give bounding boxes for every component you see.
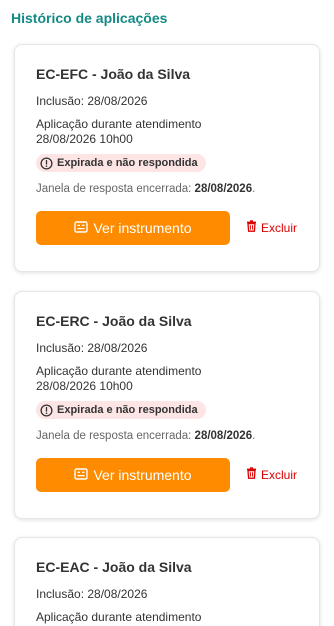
clock-alert-icon [40,403,53,417]
delete-button[interactable]: Excluir [246,220,297,235]
deadline-suffix: . [252,429,256,442]
application-type: Aplicação durante atendimento [36,117,202,131]
response-deadline: Janela de resposta encerrada: 28/08/2026… [36,182,299,197]
card-title: EC-EFC - João da Silva [36,66,191,82]
deadline-date: 28/08/2026 [194,182,253,195]
delete-button[interactable]: Excluir [246,467,297,482]
view-instrument-label: Ver instrumento [93,466,192,483]
trash-icon [246,467,257,482]
application-card: EC-EAC - João da Silva Inclusão: 28/08/2… [14,537,320,626]
card-title: EC-ERC - João da Silva [36,313,192,329]
clock-alert-icon [40,156,53,170]
application-card: EC-EFC - João da Silva Inclusão: 28/08/2… [14,44,320,272]
delete-label: Excluir [261,467,298,482]
inclusion-date: Inclusão: 28/08/2026 [36,341,148,355]
application-datetime: 28/08/2026 10h00 [36,379,133,393]
response-deadline: Janela de resposta encerrada: 28/08/2026… [36,429,299,444]
status-badge: Expirada e não respondida [36,154,206,172]
card-actions: Ver instrumento Excluir [36,457,299,492]
inclusion-date: Inclusão: 28/08/2026 [36,587,148,601]
view-instrument-button[interactable]: Ver instrumento [36,457,230,492]
application-datetime: 28/08/2026 10h00 [36,132,133,146]
status-label: Expirada e não respondida [57,404,198,416]
card-title: EC-EAC - João da Silva [36,559,192,575]
delete-label: Excluir [261,220,298,235]
status-badge: Expirada e não respondida [36,401,206,419]
application-type: Aplicação durante atendimento [36,610,202,624]
application-type: Aplicação durante atendimento [36,364,202,378]
application-card: EC-ERC - João da Silva Inclusão: 28/08/2… [14,291,320,519]
inclusion-date: Inclusão: 28/08/2026 [36,94,148,108]
deadline-suffix: . [252,182,256,195]
status-label: Expirada e não respondida [57,157,198,169]
form-icon [74,467,89,483]
deadline-label: Janela de resposta encerrada: [36,429,195,442]
section-title: Histórico de aplicações [11,10,168,26]
trash-icon [246,220,257,235]
view-instrument-label: Ver instrumento [93,219,192,236]
card-actions: Ver instrumento Excluir [36,210,299,245]
view-instrument-button[interactable]: Ver instrumento [36,210,230,245]
form-icon [74,220,89,236]
deadline-label: Janela de resposta encerrada: [36,182,195,195]
deadline-date: 28/08/2026 [194,429,253,442]
